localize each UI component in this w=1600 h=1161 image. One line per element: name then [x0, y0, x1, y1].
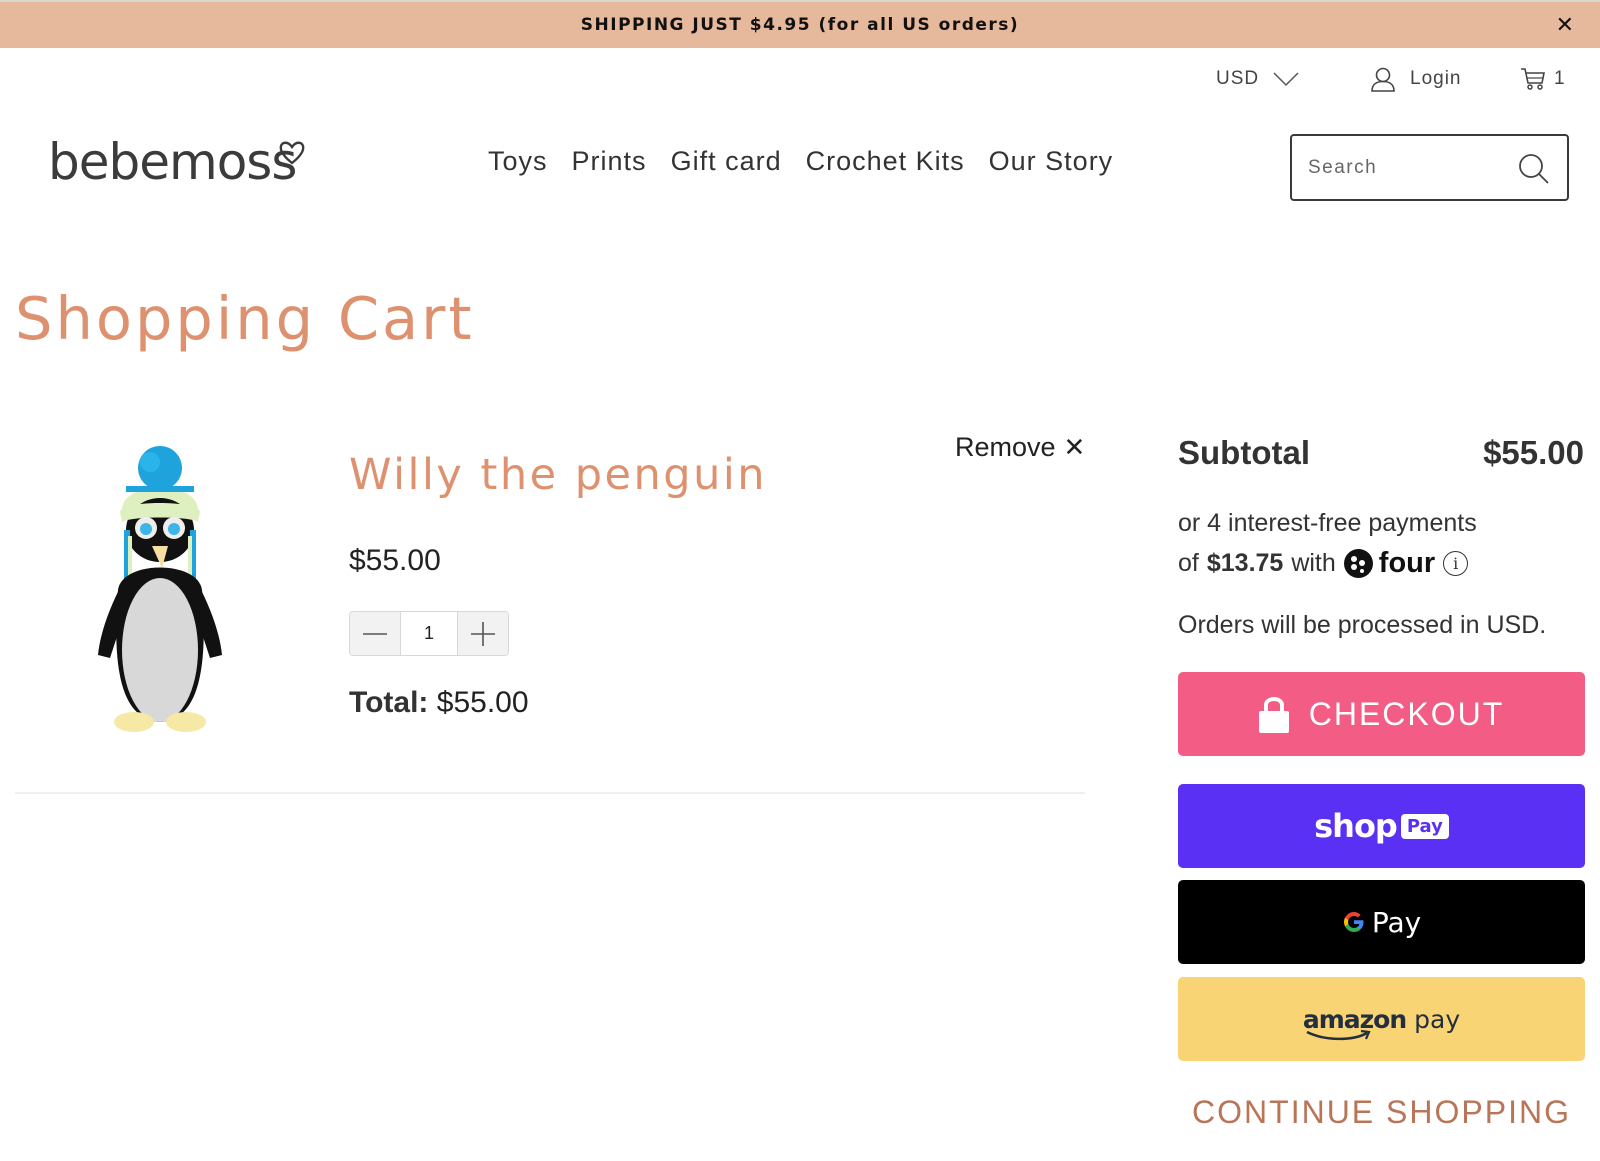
heart-icon: [279, 141, 305, 165]
search-input[interactable]: [1308, 156, 1508, 179]
google-pay-label: Pay: [1371, 905, 1422, 939]
search-box: [1290, 134, 1569, 201]
shop-pay-logo: shop Pay: [1314, 807, 1449, 845]
remove-item-button[interactable]: Remove ✕: [955, 432, 1085, 463]
cart-link[interactable]: 1: [1520, 62, 1566, 96]
four-logo: four: [1343, 547, 1436, 580]
cart-count: 1: [1554, 68, 1566, 89]
google-pay-button[interactable]: Pay: [1178, 880, 1585, 964]
login-label: Login: [1410, 68, 1462, 89]
login-link[interactable]: Login: [1370, 62, 1462, 96]
continue-shopping-link[interactable]: CONTINUE SHOPPING: [1178, 1094, 1585, 1131]
currency-note: Orders will be processed in USD.: [1178, 611, 1547, 639]
installments-of: of: [1178, 549, 1199, 577]
currency-value: USD: [1216, 68, 1260, 89]
search-icon[interactable]: [1517, 152, 1551, 186]
info-icon[interactable]: i: [1443, 551, 1469, 576]
currency-selector[interactable]: USD: [1216, 62, 1299, 96]
amazon-pay-wordmark: pay: [1414, 1004, 1461, 1034]
logo[interactable]: bebemoss: [48, 133, 297, 191]
line-total-label: Total:: [349, 686, 429, 719]
four-logo-text: four: [1378, 547, 1436, 579]
user-icon: [1371, 67, 1395, 92]
close-announcement-button[interactable]: ✕: [1556, 13, 1574, 38]
nav-item-crochet-kits[interactable]: Crochet Kits: [806, 146, 965, 177]
remove-label: Remove: [955, 432, 1056, 462]
quantity-input[interactable]: [400, 612, 458, 655]
decrease-quantity-button[interactable]: [350, 612, 400, 655]
minus-icon: [363, 632, 387, 635]
checkout-label: CHECKOUT: [1308, 695, 1505, 732]
amazon-pay-logo: amazon pay: [1303, 1004, 1461, 1040]
cart-icon: [1521, 68, 1545, 90]
nav-item-toys[interactable]: Toys: [488, 146, 548, 177]
main-nav: Toys Prints Gift card Crochet Kits Our S…: [488, 146, 1113, 177]
announcement-bar: SHIPPING JUST $4.95 (for all US orders) …: [0, 0, 1600, 48]
quantity-stepper: [349, 611, 509, 656]
subtotal-label: Subtotal: [1178, 434, 1310, 471]
shop-pay-badge: Pay: [1400, 813, 1449, 839]
increase-quantity-button[interactable]: [458, 612, 508, 655]
google-g-icon: [1343, 912, 1364, 932]
amazon-pay-button[interactable]: amazon pay: [1178, 977, 1585, 1061]
product-price: $55.00: [349, 544, 441, 577]
shop-pay-button[interactable]: shop Pay: [1178, 784, 1585, 868]
nav-item-prints[interactable]: Prints: [572, 146, 647, 177]
close-icon: ✕: [1063, 432, 1086, 463]
installments-detail: of $13.75 with four i: [1178, 547, 1469, 580]
lock-icon: [1258, 697, 1289, 733]
item-divider: [15, 792, 1085, 794]
amazon-smile-icon: [1306, 1029, 1371, 1040]
announcement-text: SHIPPING JUST $4.95 (for all US orders): [580, 15, 1020, 35]
checkout-button[interactable]: CHECKOUT: [1178, 672, 1585, 756]
nav-item-our-story[interactable]: Our Story: [989, 146, 1114, 177]
product-title[interactable]: Willy the penguin: [349, 450, 767, 500]
plus-icon: [471, 621, 495, 646]
page-title: Shopping Cart: [15, 284, 475, 353]
shop-pay-wordmark: shop: [1314, 807, 1398, 845]
installments-text: or 4 interest-free payments: [1178, 509, 1477, 537]
nav-item-gift-card[interactable]: Gift card: [671, 146, 782, 177]
line-total: Total: $55.00: [349, 686, 529, 720]
line-total-value: $55.00: [436, 686, 529, 719]
product-image[interactable]: [90, 440, 230, 740]
subtotal-value: $55.00: [1483, 434, 1584, 471]
chevron-down-icon: [1273, 72, 1299, 87]
installment-amount: $13.75: [1206, 549, 1284, 577]
four-logo-icon: [1343, 549, 1373, 578]
installments-with: with: [1291, 549, 1336, 577]
